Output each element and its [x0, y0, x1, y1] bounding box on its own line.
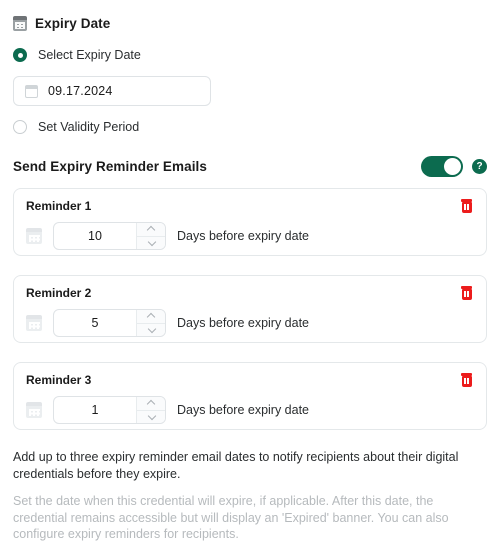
stepper-increment-button[interactable] — [137, 310, 165, 324]
stepper-buttons[interactable] — [136, 397, 165, 423]
days-value[interactable]: 1 — [54, 397, 136, 423]
days-value[interactable]: 5 — [54, 310, 136, 336]
expiry-date-input[interactable]: 09.17.2024 — [13, 76, 211, 106]
days-before-expiry-stepper[interactable]: 10 — [53, 222, 166, 250]
trash-icon[interactable] — [460, 373, 473, 387]
calendar-icon — [13, 16, 27, 31]
days-before-expiry-stepper[interactable]: 1 — [53, 396, 166, 424]
reminder-title: Reminder 1 — [26, 199, 474, 213]
calendar-icon[interactable] — [25, 85, 38, 98]
stepper-increment-button[interactable] — [137, 223, 165, 237]
stepper-buttons[interactable] — [136, 223, 165, 249]
stepper-increment-button[interactable] — [137, 397, 165, 411]
reminder-row: 1 Days before expiry date — [26, 396, 474, 424]
days-before-expiry-stepper[interactable]: 5 — [53, 309, 166, 337]
reminder-card: Reminder 2 5 Days before expiry date — [13, 275, 487, 343]
expiry-description-text: Set the date when this credential will e… — [13, 493, 487, 543]
reminder-title: Reminder 2 — [26, 286, 474, 300]
expiry-date-value: 09.17.2024 — [48, 84, 113, 98]
days-before-expiry-label: Days before expiry date — [177, 403, 309, 417]
radio-label-select-expiry-date: Select Expiry Date — [38, 48, 141, 62]
stepper-decrement-button[interactable] — [137, 237, 165, 250]
radio-option-select-expiry-date[interactable]: Select Expiry Date — [13, 44, 487, 66]
toggle-controls: ? — [421, 156, 487, 177]
calendar-icon — [26, 315, 42, 331]
stepper-decrement-button[interactable] — [137, 324, 165, 337]
page-title: Expiry Date — [35, 16, 110, 31]
radio-indicator-selected[interactable] — [13, 48, 27, 62]
expiry-date-panel: Expiry Date Select Expiry Date 09.17.202… — [0, 0, 500, 532]
days-before-expiry-label: Days before expiry date — [177, 316, 309, 330]
trash-icon[interactable] — [460, 286, 473, 300]
reminder-row: 10 Days before expiry date — [26, 222, 474, 250]
stepper-decrement-button[interactable] — [137, 411, 165, 424]
reminder-row: 5 Days before expiry date — [26, 309, 474, 337]
calendar-icon — [26, 228, 42, 244]
reminder-card: Reminder 3 1 Days before expiry date — [13, 362, 487, 430]
radio-option-set-validity-period[interactable]: Set Validity Period — [13, 116, 487, 138]
help-icon[interactable]: ? — [472, 159, 487, 174]
radio-label-set-validity-period: Set Validity Period — [38, 120, 139, 134]
reminder-list: Reminder 1 10 Days before expiry date — [13, 188, 487, 430]
reminder-card: Reminder 1 10 Days before expiry date — [13, 188, 487, 256]
toggle-knob — [444, 158, 461, 175]
send-reminder-emails-toggle[interactable] — [421, 156, 463, 177]
reminder-help-text: Add up to three expiry reminder email da… — [13, 449, 487, 482]
radio-indicator-unselected[interactable] — [13, 120, 27, 134]
stepper-buttons[interactable] — [136, 310, 165, 336]
days-before-expiry-label: Days before expiry date — [177, 229, 309, 243]
reminder-title: Reminder 3 — [26, 373, 474, 387]
days-value[interactable]: 10 — [54, 223, 136, 249]
section-header: Expiry Date — [13, 0, 487, 34]
send-expiry-reminder-emails-row: Send Expiry Reminder Emails ? — [13, 154, 487, 178]
trash-icon[interactable] — [460, 199, 473, 213]
send-expiry-reminder-emails-label: Send Expiry Reminder Emails — [13, 159, 207, 174]
calendar-icon — [26, 402, 42, 418]
